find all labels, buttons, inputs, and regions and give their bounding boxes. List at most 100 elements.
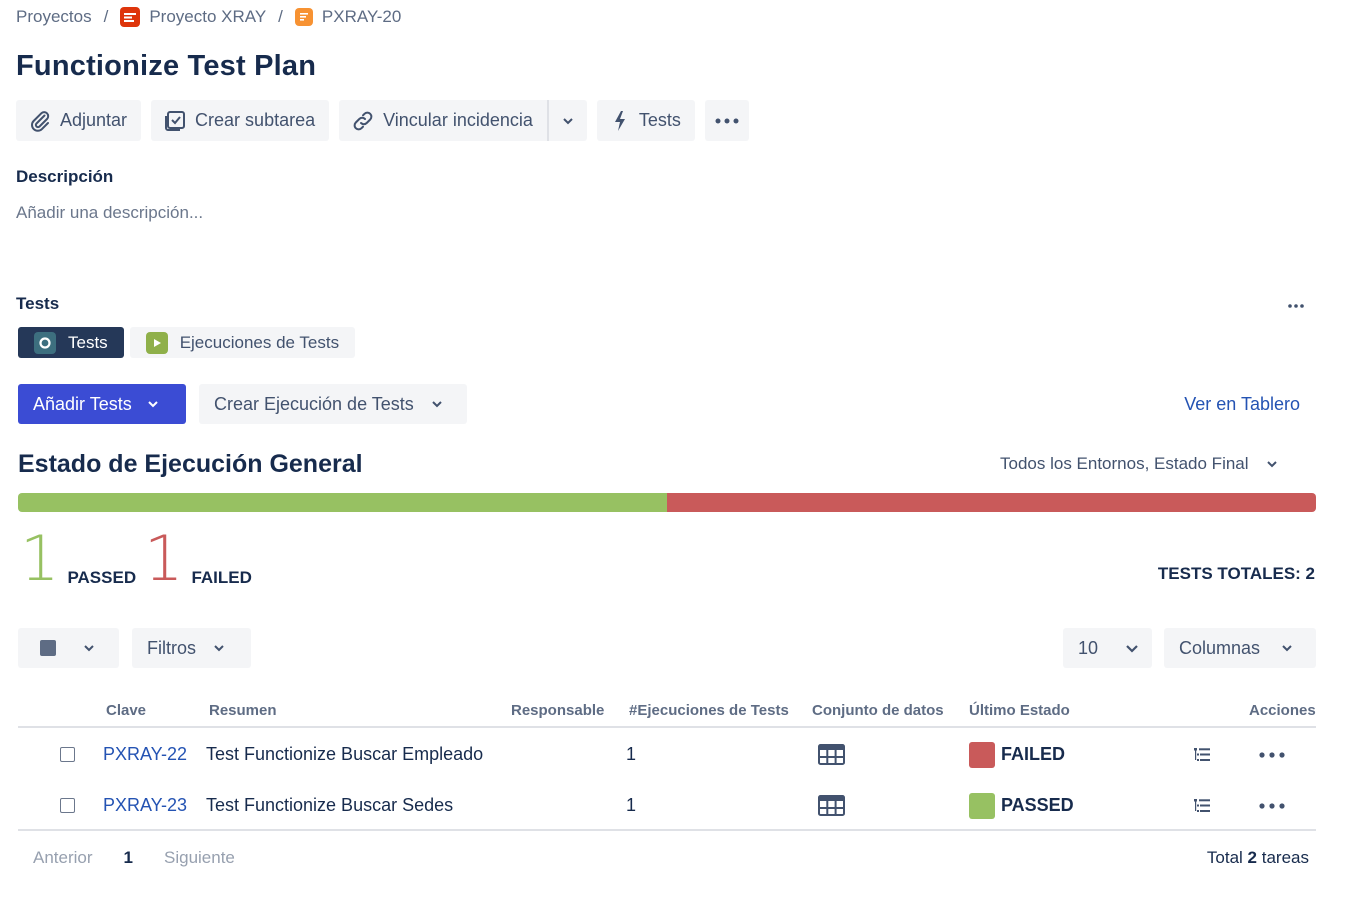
- subtask-icon: [165, 110, 186, 131]
- row-summary: Test Functionize Buscar Sedes: [206, 795, 454, 815]
- total-tasks: Total 2 tareas: [1207, 848, 1309, 868]
- execution-progress-bar: [18, 493, 1316, 512]
- project-xray-icon: [120, 7, 141, 27]
- test-execution-icon: [145, 331, 168, 354]
- issue-toolbar: Adjuntar Crear subtarea Vincular inciden…: [16, 100, 749, 141]
- environment-select[interactable]: Todos los Entornos, Estado Final: [1000, 454, 1279, 474]
- passed-label: PASSED: [67, 568, 137, 587]
- view-on-board-link[interactable]: Ver en Tablero: [1184, 394, 1300, 415]
- link-issue-label: Vincular incidencia: [383, 110, 533, 130]
- row-key-link[interactable]: PXRAY-23: [103, 780, 187, 831]
- breadcrumb-separator: /: [103, 7, 109, 26]
- breadcrumb: Proyectos / Proyecto XRAY / PXRAY-20: [16, 6, 401, 28]
- breadcrumb-project[interactable]: Proyecto XRAY: [120, 7, 266, 27]
- chevron-down-icon: [1126, 645, 1138, 653]
- filters-button[interactable]: Filtros: [132, 628, 251, 668]
- description-field[interactable]: Añadir una descripción...: [16, 203, 203, 223]
- add-tests-label: Añadir Tests: [33, 393, 132, 414]
- row-status-label: FAILED: [1001, 744, 1066, 764]
- column-assignee[interactable]: Responsable: [511, 702, 604, 719]
- dataset-grid-icon[interactable]: [818, 780, 845, 831]
- create-subtask-button[interactable]: Crear subtarea: [151, 100, 330, 141]
- create-test-execution-label: Crear Ejecución de Tests: [214, 393, 414, 414]
- columns-label: Columnas: [1179, 637, 1261, 658]
- passed-count: 1: [20, 522, 60, 595]
- passed-counter[interactable]: 1 PASSED: [20, 528, 136, 590]
- chevron-down-icon: [432, 401, 442, 408]
- row-more-icon[interactable]: [1259, 729, 1285, 780]
- row-checkbox[interactable]: [60, 747, 75, 762]
- attach-button[interactable]: Adjuntar: [16, 100, 142, 141]
- failed-label: FAILED: [191, 568, 252, 587]
- create-test-execution-button[interactable]: Crear Ejecución de Tests: [199, 384, 467, 424]
- environment-select-value: Todos los Entornos, Estado Final: [1000, 454, 1249, 473]
- column-summary[interactable]: Resumen: [209, 702, 277, 719]
- row-executions: 1: [626, 744, 637, 764]
- chevron-down-icon: [84, 645, 94, 652]
- breadcrumb-issue[interactable]: PXRAY-20: [294, 7, 402, 27]
- next-page-button[interactable]: Siguiente: [164, 848, 235, 868]
- progress-passed-segment[interactable]: [18, 493, 667, 512]
- column-last-status[interactable]: Último Estado: [969, 702, 1070, 719]
- row-status-label: PASSED: [1001, 795, 1074, 815]
- link-issue-dropdown[interactable]: [548, 100, 587, 141]
- failed-counter[interactable]: 1 FAILED: [144, 528, 252, 590]
- status-color-swatch: [969, 741, 995, 768]
- total-count: 2: [1247, 848, 1258, 867]
- tests-table-header: Clave Resumen Responsable #Ejecuciones d…: [18, 700, 1316, 728]
- chevron-down-icon: [563, 117, 573, 124]
- table-row[interactable]: PXRAY-22 Test Functionize Buscar Emplead…: [18, 729, 1316, 780]
- chevron-down-icon: [1266, 461, 1277, 468]
- total-suffix: tareas: [1261, 848, 1309, 867]
- breadcrumb-issue-label: PXRAY-20: [321, 7, 402, 26]
- column-executions[interactable]: #Ejecuciones de Tests: [629, 702, 789, 719]
- tests-button[interactable]: Tests: [596, 100, 695, 141]
- columns-button[interactable]: Columnas: [1164, 628, 1316, 668]
- test-plan-icon: [294, 8, 313, 26]
- select-all-checkbox[interactable]: [40, 640, 56, 656]
- tests-section-label: Tests: [16, 294, 60, 313]
- tab-tests[interactable]: Tests: [18, 327, 124, 358]
- bulk-select-dropdown[interactable]: [18, 628, 119, 668]
- tab-test-executions-label: Ejecuciones de Tests: [179, 332, 340, 352]
- create-subtask-label: Crear subtarea: [195, 110, 316, 130]
- row-key-link[interactable]: PXRAY-22: [103, 729, 187, 780]
- failed-count: 1: [144, 522, 184, 595]
- link-icon: [353, 111, 373, 130]
- page-size-select[interactable]: 10: [1063, 628, 1152, 668]
- breadcrumb-separator: /: [278, 7, 283, 26]
- execution-status-title: Estado de Ejecución General: [18, 450, 363, 478]
- progress-failed-segment[interactable]: [667, 493, 1316, 512]
- column-key[interactable]: Clave: [106, 702, 146, 719]
- dataset-grid-icon[interactable]: [818, 729, 845, 780]
- more-actions-button[interactable]: [704, 100, 749, 141]
- more-icon: [715, 118, 739, 123]
- chevron-down-icon: [148, 401, 158, 408]
- tests-section-more-icon[interactable]: [1288, 292, 1304, 313]
- row-summary: Test Functionize Buscar Empleado: [206, 744, 484, 764]
- table-row[interactable]: PXRAY-23 Test Functionize Buscar Sedes 1…: [18, 780, 1316, 831]
- page-size-value: 10: [1078, 637, 1099, 658]
- row-checkbox[interactable]: [60, 798, 75, 813]
- link-issue-group: Vincular incidencia: [339, 100, 587, 141]
- link-issue-button[interactable]: Vincular incidencia: [339, 100, 547, 141]
- row-status: PASSED: [969, 780, 1074, 831]
- row-more-icon[interactable]: [1259, 780, 1285, 831]
- add-tests-button[interactable]: Añadir Tests: [18, 384, 186, 424]
- page-title[interactable]: Functionize Test Plan: [16, 50, 316, 83]
- tab-test-executions[interactable]: Ejecuciones de Tests: [129, 327, 356, 358]
- breadcrumb-projects[interactable]: Proyectos: [16, 7, 92, 27]
- previous-page-button[interactable]: Anterior: [33, 848, 93, 868]
- chevron-down-icon: [1282, 645, 1292, 652]
- execution-details-icon[interactable]: [1193, 780, 1211, 831]
- paperclip-icon: [31, 110, 50, 132]
- column-actions: Acciones: [1249, 702, 1316, 719]
- lightning-icon: [614, 110, 625, 131]
- current-page[interactable]: 1: [124, 848, 133, 868]
- total-tests: TESTS TOTALES: 2: [1157, 564, 1315, 583]
- pagination: Anterior 1 Siguiente: [33, 848, 235, 868]
- tab-tests-label: Tests: [68, 332, 108, 352]
- column-dataset[interactable]: Conjunto de datos: [812, 702, 944, 719]
- table-bottom-divider: [18, 829, 1316, 831]
- execution-details-icon[interactable]: [1193, 729, 1211, 780]
